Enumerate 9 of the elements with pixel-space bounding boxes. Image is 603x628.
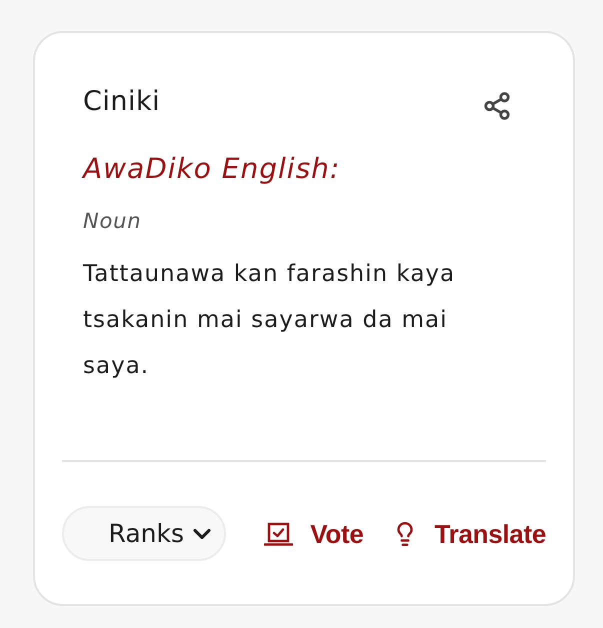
part-of-speech: Noun — [83, 208, 142, 235]
vote-button[interactable]: Vote — [310, 518, 364, 550]
translate-button[interactable]: Translate — [434, 518, 546, 550]
ranks-dropdown[interactable]: Ranks — [62, 506, 226, 561]
word-title: Ciniki — [83, 85, 160, 119]
ballot-check-icon — [264, 522, 294, 546]
definition-text: Tattaunawa kan farashin kaya tsakanin mai sayarwa da mai saya. — [83, 260, 456, 381]
language-label: AwaDiko English: — [83, 151, 340, 187]
share-icon[interactable] — [482, 91, 512, 121]
